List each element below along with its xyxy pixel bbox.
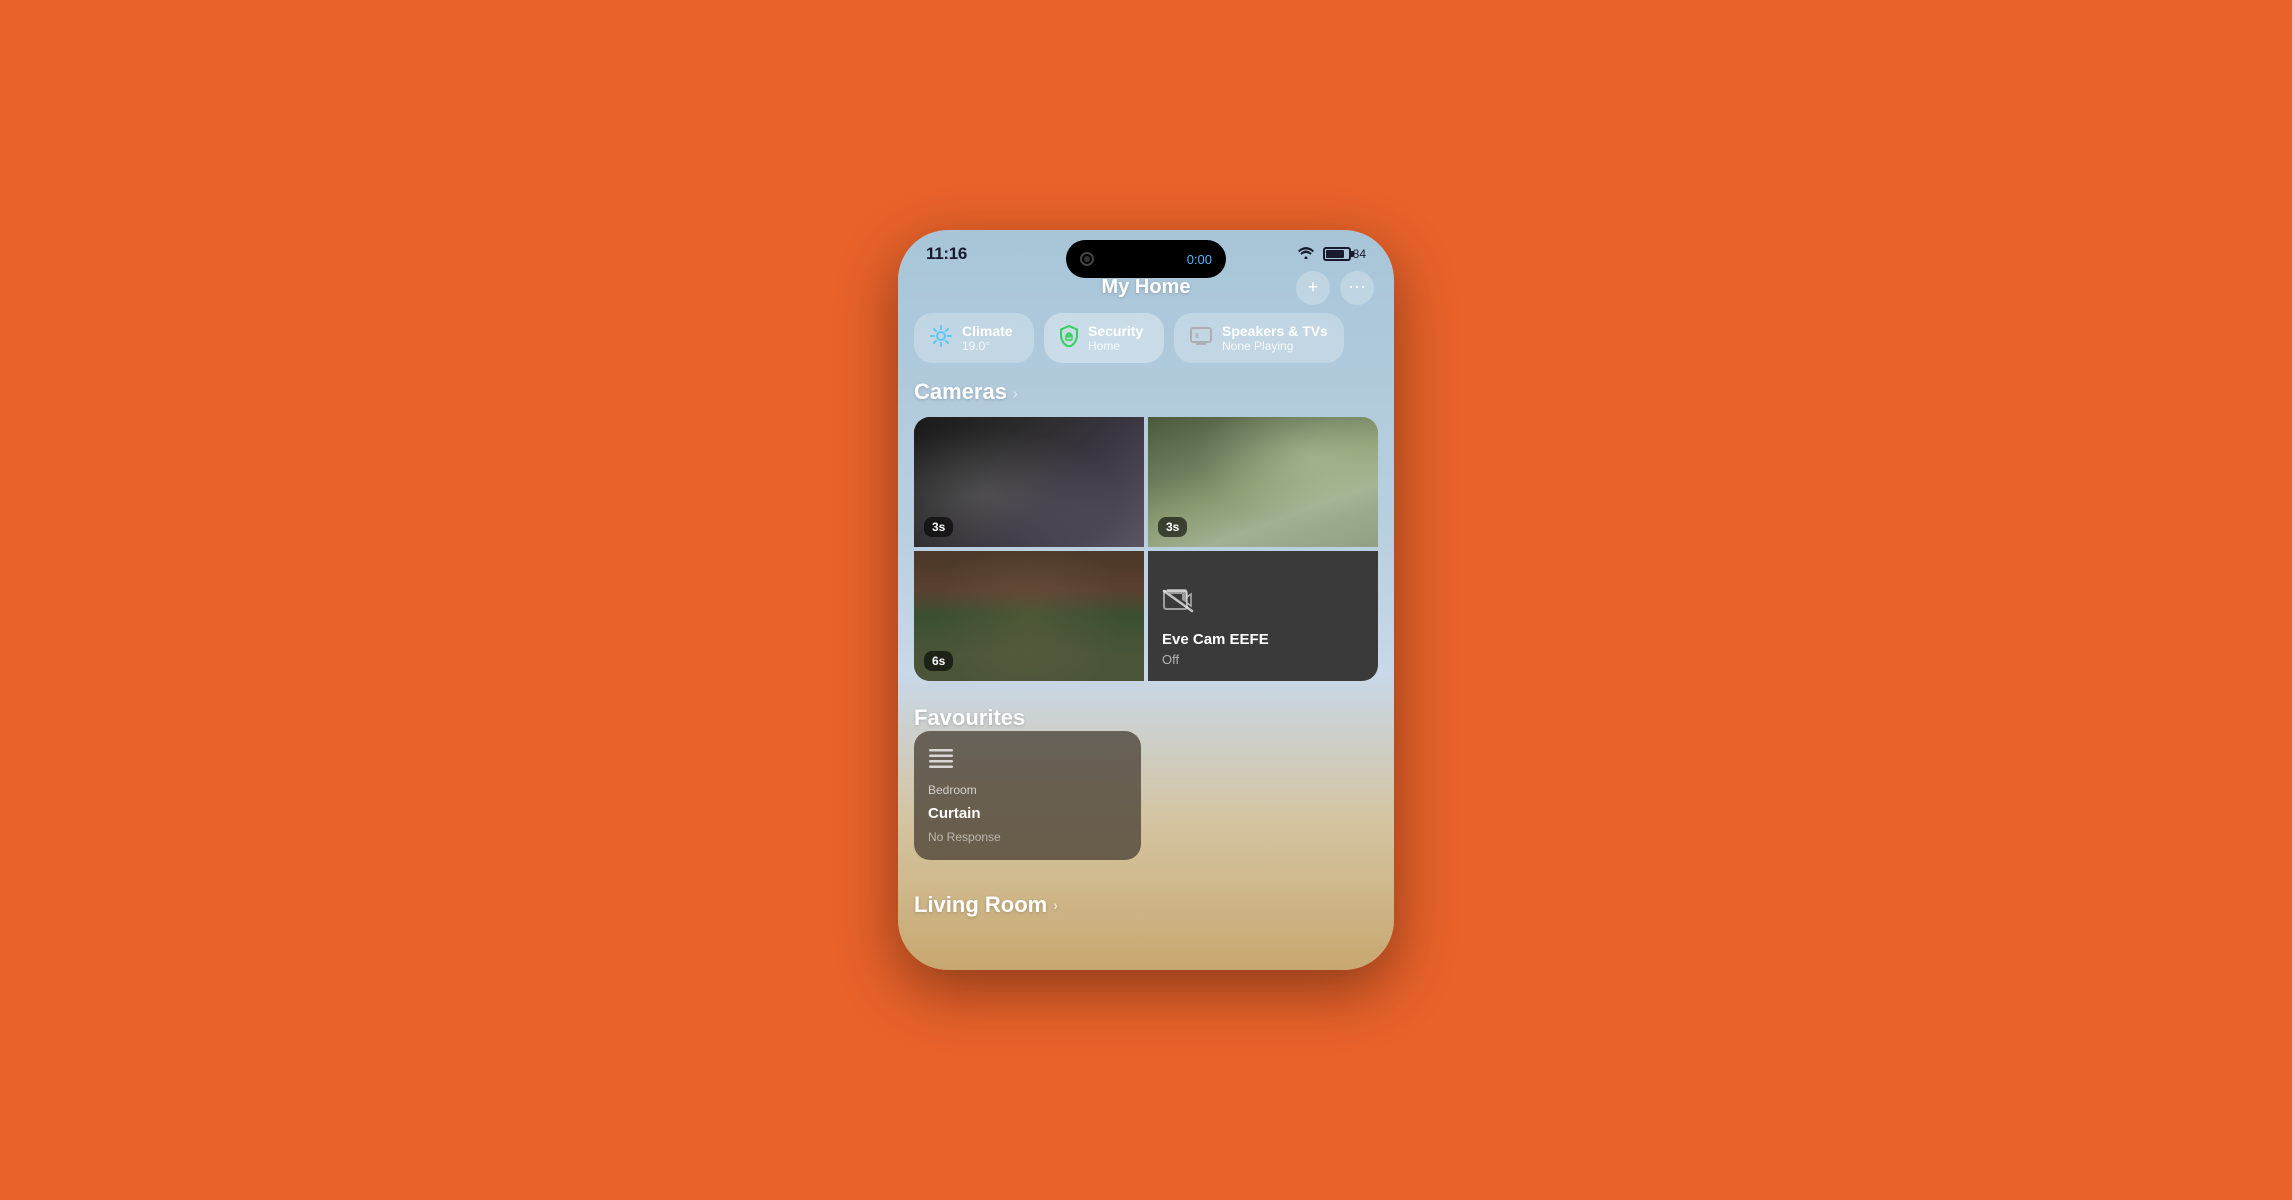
cameras-section-header[interactable]: Cameras ›	[914, 379, 1378, 405]
camera-2-badge: 3s	[1158, 517, 1187, 537]
camera-cell-1[interactable]: 3s	[914, 417, 1144, 547]
battery-icon	[1323, 247, 1351, 261]
security-tab-sublabel: Home	[1088, 339, 1143, 353]
battery-indicator: 84	[1323, 247, 1366, 261]
phone-screen: 11:16 0:00 84 My Home	[898, 230, 1394, 970]
wifi-icon	[1297, 246, 1315, 262]
camera-cell-4[interactable]: Eve Cam EEFE Off	[1148, 551, 1378, 681]
tab-speakers[interactable]: 8 Speakers & TVs None Playing	[1174, 313, 1344, 363]
status-bar: 11:16 0:00 84	[898, 230, 1394, 272]
living-room-title: Living Room ›	[914, 892, 1378, 918]
living-room-chevron-icon: ›	[1053, 897, 1058, 913]
app-header: My Home + ⋯	[898, 272, 1394, 309]
add-button[interactable]: +	[1296, 271, 1330, 305]
category-tabs: Climate 19.0° Security Home	[898, 309, 1394, 379]
security-tab-label: Security	[1088, 323, 1143, 339]
favourite-bedroom-curtain[interactable]: Bedroom Curtain No Response	[914, 731, 1141, 860]
camera-3-badge: 6s	[924, 651, 953, 671]
favourite-curtain-label: Curtain	[928, 805, 1127, 822]
svg-text:8: 8	[1195, 333, 1199, 340]
status-right: 84	[1297, 246, 1366, 262]
tab-security[interactable]: Security Home	[1044, 313, 1164, 363]
security-icon	[1060, 325, 1078, 352]
page-title: My Home	[1102, 276, 1191, 299]
climate-tab-sublabel: 19.0°	[962, 339, 1013, 353]
battery-percent: 84	[1353, 247, 1366, 261]
climate-icon	[930, 325, 952, 352]
camera-cell-2[interactable]: 3s	[1148, 417, 1378, 547]
camera-cell-3[interactable]: 6s	[914, 551, 1144, 681]
camera-off-icon	[1162, 586, 1194, 621]
status-time: 11:16	[926, 244, 967, 264]
tab-climate[interactable]: Climate 19.0°	[914, 313, 1034, 363]
tv-icon: 8	[1190, 327, 1212, 350]
camera-grid: 3s 3s 6s	[914, 417, 1378, 681]
favourite-curtain-sublabel: Bedroom	[928, 783, 1127, 797]
cameras-title: Cameras	[914, 379, 1007, 405]
speakers-tab-sublabel: None Playing	[1222, 339, 1328, 353]
island-timer: 0:00	[1187, 252, 1212, 267]
main-content: Cameras › 3s 3s 6s	[898, 379, 1394, 860]
menu-button[interactable]: ⋯	[1340, 271, 1374, 305]
living-room-section[interactable]: Living Room ›	[898, 880, 1394, 924]
camera-1-badge: 3s	[924, 517, 953, 537]
island-camera	[1080, 252, 1094, 266]
header-actions: + ⋯	[1296, 271, 1374, 305]
favourites-section: Favourites Bedroom Curtain No Response	[914, 705, 1378, 860]
climate-tab-label: Climate	[962, 323, 1013, 339]
favourites-grid: Bedroom Curtain No Response	[914, 731, 1378, 860]
cameras-chevron-icon: ›	[1013, 385, 1018, 401]
favourite-curtain-status: No Response	[928, 830, 1127, 844]
speakers-tab-label: Speakers & TVs	[1222, 323, 1328, 339]
camera-4-status: Off	[1162, 652, 1179, 667]
favourites-title: Favourites	[914, 705, 1025, 730]
curtain-icon	[928, 747, 1127, 775]
camera-4-name: Eve Cam EEFE	[1162, 631, 1269, 648]
